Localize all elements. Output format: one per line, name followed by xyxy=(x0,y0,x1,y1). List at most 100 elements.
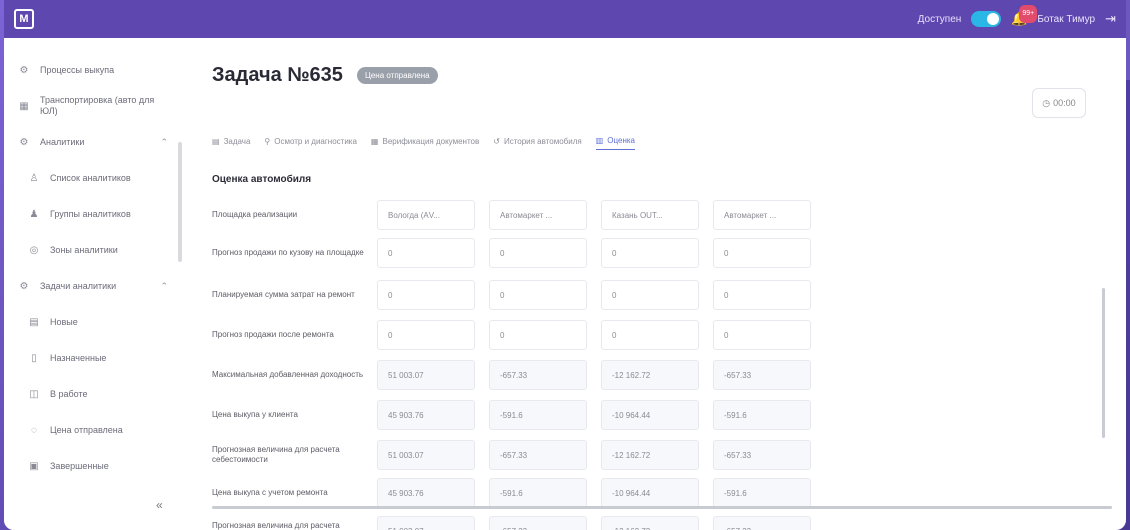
sidebar-item-label: Транспортировка (авто для ЮЛ) xyxy=(40,95,155,116)
sidebar-item-analytics[interactable]: ⚙ Аналитики ⌃ xyxy=(4,128,182,156)
readonly-value: -591.6 xyxy=(713,478,811,508)
table-row: Прогнозная величина для расчета себестои… xyxy=(212,516,825,530)
main-content: Задача №635 Цена отправлена ◷ 00:00 ▤ Зад… xyxy=(182,38,1126,530)
platform-select[interactable]: Вологда (АV... xyxy=(377,200,475,230)
platform-select[interactable]: Автомаркет ... xyxy=(489,200,587,230)
sidebar-item-in-work[interactable]: ◫ В работе xyxy=(4,380,182,408)
evaluate-icon: ▥ xyxy=(595,136,604,145)
platform-select[interactable]: Казань OUT... xyxy=(601,200,699,230)
readonly-value: 45 903.76 xyxy=(377,478,475,508)
value-input[interactable]: 0 xyxy=(489,238,587,268)
value-input[interactable]: 0 xyxy=(489,320,587,350)
readonly-value: -591.6 xyxy=(489,478,587,508)
app-logo[interactable]: M xyxy=(14,9,34,29)
table-row: Прогноз продажи после ремонта 0 0 0 0 xyxy=(212,320,825,350)
tab-evaluation[interactable]: ▥ Оценка xyxy=(595,136,636,150)
tab-history[interactable]: ↺ История автомобиля xyxy=(493,136,582,150)
readonly-value: -591.6 xyxy=(713,400,811,430)
group-icon: ♟ xyxy=(29,208,39,220)
readonly-value: -12 162.72 xyxy=(601,440,699,470)
tabs: ▤ Задача ⚲ Осмотр и диагностика ▦ Верификац… xyxy=(212,136,636,150)
chevron-up-icon[interactable]: ⌃ xyxy=(160,281,168,292)
doc-icon: ▦ xyxy=(370,136,379,146)
sidebar-item-label: Назначенные xyxy=(50,352,107,363)
row-label: Прогноз продажи по кузову на площадке xyxy=(212,248,364,257)
value-input[interactable]: 0 xyxy=(601,238,699,268)
readonly-value: -657.33 xyxy=(489,440,587,470)
top-bar-right: Доступен 🔔99+ Ботак Тимур ⇥ xyxy=(917,5,1116,27)
value-input[interactable]: 0 xyxy=(377,238,475,268)
sidebar-item-assigned[interactable]: ▯ Назначенные xyxy=(4,344,182,372)
readonly-value: 51 003.07 xyxy=(377,516,475,530)
tab-documents[interactable]: ▦ Верификация документов xyxy=(371,136,479,150)
sidebar-item-transport[interactable]: ▦ Транспортировка (авто для ЮЛ) xyxy=(4,92,182,120)
value-input[interactable]: 0 xyxy=(713,238,811,268)
readonly-value: -10 964.44 xyxy=(601,478,699,508)
status-badge: Цена отправлена xyxy=(356,67,438,84)
sidebar-item-done[interactable]: ▣ Завершенные xyxy=(4,452,182,480)
readonly-value: -657.33 xyxy=(713,360,811,390)
in-work-icon: ◫ xyxy=(29,388,39,400)
sidebar-item-analytics-zones[interactable]: ◎ Зоны аналитики xyxy=(4,236,182,264)
app-window: M Доступен 🔔99+ Ботак Тимур ⇥ ⚙ Процессы… xyxy=(4,0,1126,530)
tab-inspection[interactable]: ⚲ Осмотр и диагностика xyxy=(264,136,357,150)
inspect-icon: ⚲ xyxy=(264,136,271,146)
new-icon: ▤ xyxy=(29,316,39,328)
value-input[interactable]: 0 xyxy=(713,320,811,350)
table-row: Максимальная добавленная доходность 51 0… xyxy=(212,360,825,390)
availability-toggle[interactable] xyxy=(971,11,1002,27)
notifications-badge: 99+ xyxy=(1019,5,1038,23)
sidebar-item-label: Группы аналитиков xyxy=(50,208,131,219)
sidebar-item-label: В работе xyxy=(50,388,88,399)
readonly-value: -12 162.72 xyxy=(601,516,699,530)
table-row: Цена выкупа у клиента 45 903.76 -591.6 -… xyxy=(212,400,825,430)
sidebar-item-price-sent[interactable]: ◌ Цена отправлена xyxy=(4,416,182,444)
row-label: Прогнозная величина для расчета себестои… xyxy=(212,521,340,530)
readonly-value: 51 003.07 xyxy=(377,360,475,390)
availability-label: Доступен xyxy=(917,13,962,25)
vertical-scrollbar[interactable] xyxy=(1102,288,1105,438)
platform-select[interactable]: Автомаркет ... xyxy=(713,200,811,230)
table-row: Планируемая сумма затрат на ремонт 0 0 0… xyxy=(212,280,825,310)
user-name[interactable]: Ботак Тимур xyxy=(1037,14,1095,25)
value-input[interactable]: 0 xyxy=(601,320,699,350)
row-label: Максимальная добавленная доходность xyxy=(212,370,364,379)
task-icon: ▤ xyxy=(212,136,220,146)
value-input[interactable]: 0 xyxy=(377,320,475,350)
value-input[interactable]: 0 xyxy=(601,280,699,310)
timer: ◷ 00:00 xyxy=(1032,88,1086,118)
sidebar-item-label: Задачи аналитики xyxy=(40,280,117,291)
collapse-sidebar-button[interactable]: « xyxy=(156,498,163,512)
sidebar-item-analysts-list[interactable]: ♙ Список аналитиков xyxy=(4,164,182,192)
sidebar-item-label: Цена отправлена xyxy=(50,424,123,435)
table-row: Прогноз продажи по кузову на площадке 0 … xyxy=(212,238,825,268)
process-icon: ⚙ xyxy=(19,64,29,76)
readonly-value: -657.33 xyxy=(489,360,587,390)
row-label: Цена выкупа с учетом ремонта xyxy=(212,488,328,497)
people-icon: ♙ xyxy=(29,172,39,184)
sidebar-item-analytics-tasks[interactable]: ⚙ Задачи аналитики ⌃ xyxy=(4,272,182,300)
readonly-value: -591.6 xyxy=(489,400,587,430)
value-input[interactable]: 0 xyxy=(377,280,475,310)
row-label: Площадка реализации xyxy=(212,210,298,219)
readonly-value: -657.33 xyxy=(713,440,811,470)
sidebar-item-label: Аналитики xyxy=(40,136,85,147)
logout-icon[interactable]: ⇥ xyxy=(1105,11,1116,27)
horizontal-scrollbar[interactable] xyxy=(212,506,1112,509)
tasks-icon: ⚙ xyxy=(19,280,29,292)
sidebar-item-analyst-groups[interactable]: ♟ Группы аналитиков xyxy=(4,200,182,228)
chevron-up-icon[interactable]: ⌃ xyxy=(160,137,168,148)
readonly-value: -657.33 xyxy=(713,516,811,530)
sidebar-item-processes[interactable]: ⚙ Процессы выкупа xyxy=(4,56,182,84)
top-bar: M Доступен 🔔99+ Ботак Тимур ⇥ xyxy=(4,0,1126,38)
value-input[interactable]: 0 xyxy=(489,280,587,310)
sidebar-item-label: Завершенные xyxy=(50,460,109,471)
row-label: Цена выкупа у клиента xyxy=(212,410,298,419)
readonly-value: -10 964.44 xyxy=(601,400,699,430)
value-input[interactable]: 0 xyxy=(713,280,811,310)
done-icon: ▣ xyxy=(29,460,39,472)
row-label: Прогнозная величина для расчета себестои… xyxy=(212,445,340,464)
tab-task[interactable]: ▤ Задача xyxy=(212,136,250,150)
bell-icon[interactable]: 🔔99+ xyxy=(1011,5,1038,27)
sidebar-item-new[interactable]: ▤ Новые xyxy=(4,308,182,336)
